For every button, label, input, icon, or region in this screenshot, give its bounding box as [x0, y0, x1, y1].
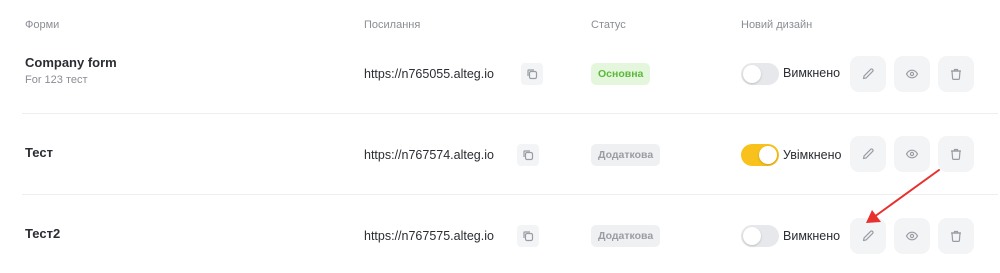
annotation-arrow [866, 169, 940, 223]
